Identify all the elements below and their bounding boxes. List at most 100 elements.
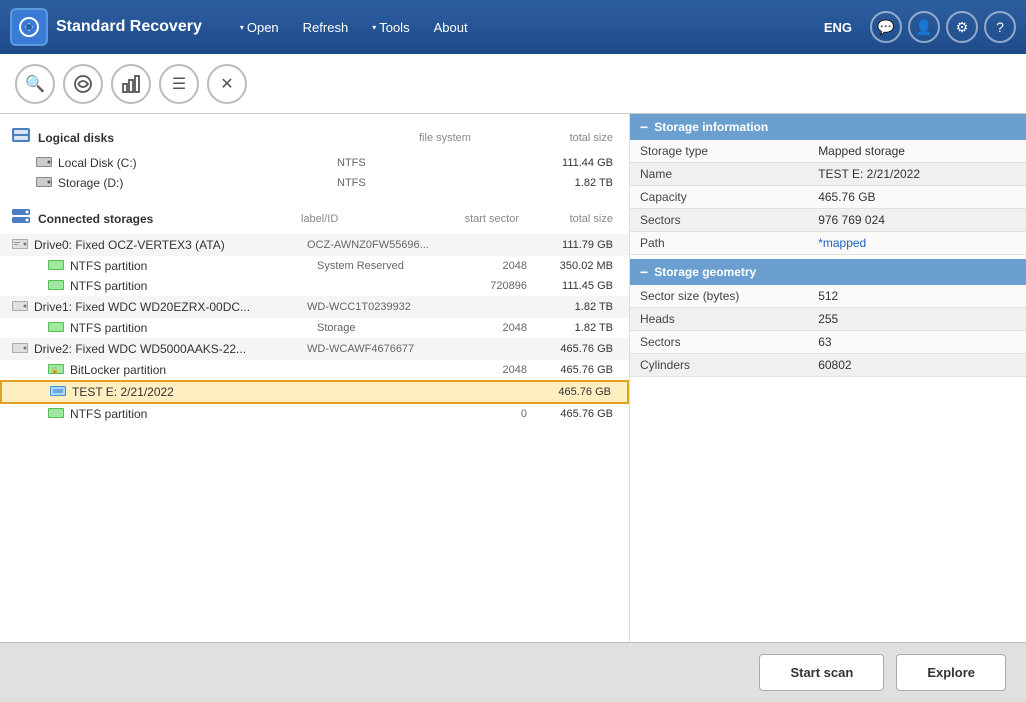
drive1-ntfs1-label: Storage — [317, 322, 447, 334]
language-selector[interactable]: ENG — [824, 20, 852, 35]
footer: Start scan Explore — [0, 642, 1026, 702]
drive2-bitlocker-sector: 2048 — [447, 364, 527, 376]
storage-name-row: Name TEST E: 2/21/2022 — [630, 163, 1026, 186]
nav-open-arrow: ▾ — [240, 23, 244, 32]
chart-button[interactable] — [111, 64, 151, 104]
drive2-test-e[interactable]: TEST E: 2/21/2022 465.76 GB — [0, 380, 629, 404]
cylinders-val: 60802 — [808, 354, 1026, 377]
drive0-ntfs1-sector: 2048 — [447, 260, 527, 272]
nav-tools[interactable]: ▾ Tools — [362, 14, 419, 41]
storage-geometry-collapse[interactable]: − — [640, 264, 648, 280]
cylinders-row: Cylinders 60802 — [630, 354, 1026, 377]
drive2-bitlocker-name: BitLocker partition — [70, 363, 317, 377]
drive2-bitlocker-size: 465.76 GB — [527, 364, 617, 376]
drive0-header[interactable]: Drive0: Fixed OCZ-VERTEX3 (ATA) OCZ-AWNZ… — [0, 234, 629, 256]
storage-d[interactable]: Storage (D:) NTFS 1.82 TB — [0, 173, 629, 193]
geo-sectors-val: 63 — [808, 331, 1026, 354]
local-disk-c[interactable]: Local Disk (C:) NTFS 111.44 GB — [0, 153, 629, 173]
storage-capacity-row: Capacity 465.76 GB — [630, 186, 1026, 209]
start-scan-button[interactable]: Start scan — [759, 654, 884, 691]
drive1-ntfs1-icon — [48, 320, 64, 336]
logical-disks-icon — [12, 128, 30, 147]
storage-d-size: 1.82 TB — [527, 177, 617, 189]
nav-open[interactable]: ▾ Open — [230, 14, 289, 41]
heads-val: 255 — [808, 308, 1026, 331]
scan-button[interactable] — [63, 64, 103, 104]
nav-about[interactable]: About — [424, 14, 478, 41]
user-icon-button[interactable]: 👤 — [908, 11, 940, 43]
local-disk-c-size: 111.44 GB — [527, 157, 617, 169]
chat-icon-button[interactable]: 💬 — [870, 11, 902, 43]
storage-path-row: Path *mapped — [630, 232, 1026, 255]
storage-path-key: Path — [630, 232, 808, 255]
storage-d-name: Storage (D:) — [58, 176, 337, 190]
sector-size-key: Sector size (bytes) — [630, 285, 808, 308]
drive0-ntfs2[interactable]: NTFS partition 720896 111.45 GB — [0, 276, 629, 296]
total-size-col-header: total size — [527, 213, 617, 225]
logo: Standard Recovery — [10, 8, 202, 46]
storage-path-val: *mapped — [808, 232, 1026, 255]
sector-size-val: 512 — [808, 285, 1026, 308]
local-disk-c-icon — [36, 155, 52, 171]
drive2-ntfs1[interactable]: NTFS partition 0 465.76 GB — [0, 404, 629, 424]
storage-geometry-title: Storage geometry — [654, 265, 756, 279]
toolbar: 🔍 ☰ ✕ — [0, 54, 1026, 114]
storage-info-title: Storage information — [654, 120, 768, 134]
drive2-header[interactable]: Drive2: Fixed WDC WD5000AAKS-22... WD-WC… — [0, 338, 629, 360]
drive1-label: WD-WCC1T0239932 — [307, 301, 447, 313]
storage-info-collapse[interactable]: − — [640, 119, 648, 135]
help-icon-button[interactable]: ? — [984, 11, 1016, 43]
drive1-icon — [12, 300, 28, 315]
settings-icon-button[interactable]: ⚙ — [946, 11, 978, 43]
close-button[interactable]: ✕ — [207, 64, 247, 104]
fs-col-header: file system — [419, 132, 519, 144]
storage-name-key: Name — [630, 163, 808, 186]
storage-type-key: Storage type — [630, 140, 808, 163]
drive0-ntfs2-size: 111.45 GB — [527, 280, 617, 292]
drive0-ntfs1-name: NTFS partition — [70, 259, 317, 273]
drive0-ntfs2-name: NTFS partition — [70, 279, 317, 293]
connected-storages-icon — [12, 209, 30, 228]
nav-menu: ▾ Open Refresh ▾ Tools About — [230, 14, 478, 41]
connected-storages-header: Connected storages label/ID start sector… — [0, 203, 629, 234]
start-sector-col-header: start sector — [439, 213, 519, 225]
drive2-icon — [12, 342, 28, 357]
mapped-link[interactable]: *mapped — [818, 236, 866, 250]
nav-refresh[interactable]: Refresh — [293, 14, 359, 41]
header: Standard Recovery ▾ Open Refresh ▾ Tools… — [0, 0, 1026, 54]
app-title: Standard Recovery — [56, 18, 202, 36]
geo-sectors-key: Sectors — [630, 331, 808, 354]
right-panel: − Storage information Storage type Mappe… — [630, 114, 1026, 642]
cylinders-key: Cylinders — [630, 354, 808, 377]
drive2-label: WD-WCAWF4676677 — [307, 343, 447, 355]
explore-button[interactable]: Explore — [896, 654, 1006, 691]
search-button[interactable]: 🔍 — [15, 64, 55, 104]
drive0-ntfs1[interactable]: NTFS partition System Reserved 2048 350.… — [0, 256, 629, 276]
storage-sectors-row: Sectors 976 769 024 — [630, 209, 1026, 232]
storage-geometry-table: Sector size (bytes) 512 Heads 255 Sector… — [630, 285, 1026, 377]
nav-tools-arrow: ▾ — [372, 23, 376, 32]
svg-text:🔒: 🔒 — [51, 366, 58, 374]
storage-capacity-val: 465.76 GB — [808, 186, 1026, 209]
drive1-ntfs1[interactable]: NTFS partition Storage 2048 1.82 TB — [0, 318, 629, 338]
drive0-icon — [12, 238, 28, 253]
drive1-ntfs1-sector: 2048 — [447, 322, 527, 334]
heads-row: Heads 255 — [630, 308, 1026, 331]
storage-name-val: TEST E: 2/21/2022 — [808, 163, 1026, 186]
drive0-size: 111.79 GB — [527, 239, 617, 251]
label-col-header: label/ID — [301, 213, 431, 225]
drive1-size: 1.82 TB — [527, 301, 617, 313]
drive2-ntfs1-name: NTFS partition — [70, 407, 317, 421]
header-icon-group: 💬 👤 ⚙ ? — [870, 11, 1016, 43]
heads-key: Heads — [630, 308, 808, 331]
storage-d-icon — [36, 175, 52, 191]
drive0-ntfs2-icon — [48, 278, 64, 294]
drive2-bitlocker[interactable]: 🔒 BitLocker partition 2048 465.76 GB — [0, 360, 629, 380]
drive1-header[interactable]: Drive1: Fixed WDC WD20EZRX-00DC... WD-WC… — [0, 296, 629, 318]
storage-info-table: Storage type Mapped storage Name TEST E:… — [630, 140, 1026, 255]
storage-info-header: − Storage information — [630, 114, 1026, 140]
drive0-name: Drive0: Fixed OCZ-VERTEX3 (ATA) — [34, 238, 307, 252]
list-button[interactable]: ☰ — [159, 64, 199, 104]
drive2-name: Drive2: Fixed WDC WD5000AAKS-22... — [34, 342, 307, 356]
drive2-test-e-icon — [50, 384, 66, 400]
